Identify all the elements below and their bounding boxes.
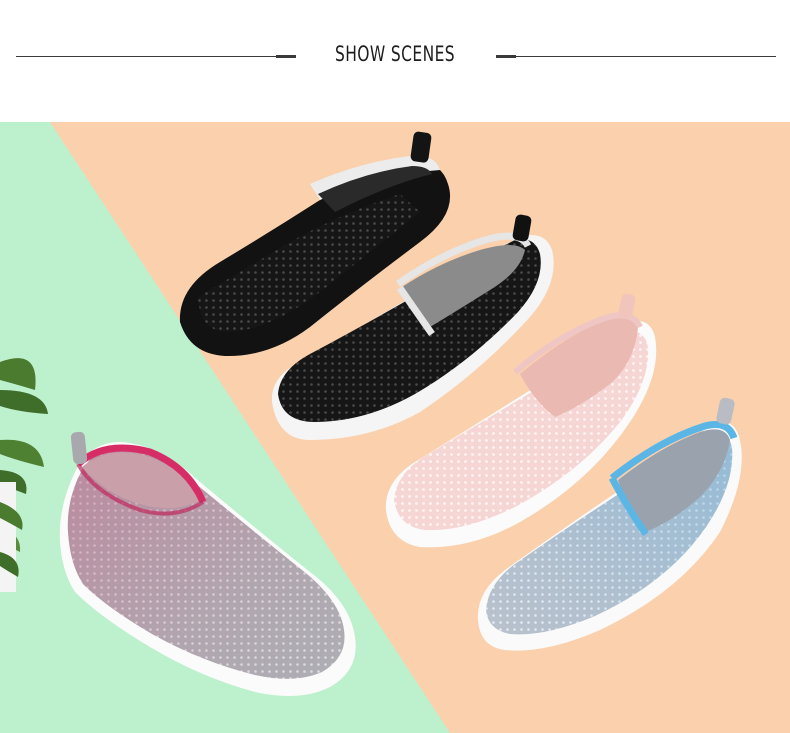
scene-illustration [0,122,790,733]
white-tile [0,482,16,592]
header-rule-right [516,56,776,57]
header-rule-left [16,56,276,57]
product-scene-photo [0,122,790,733]
section-header: SHOW SCENES [0,0,790,122]
header-rule-cap-left [276,55,296,58]
header-rule-cap-right [496,55,516,58]
section-title: SHOW SCENES [334,42,456,66]
